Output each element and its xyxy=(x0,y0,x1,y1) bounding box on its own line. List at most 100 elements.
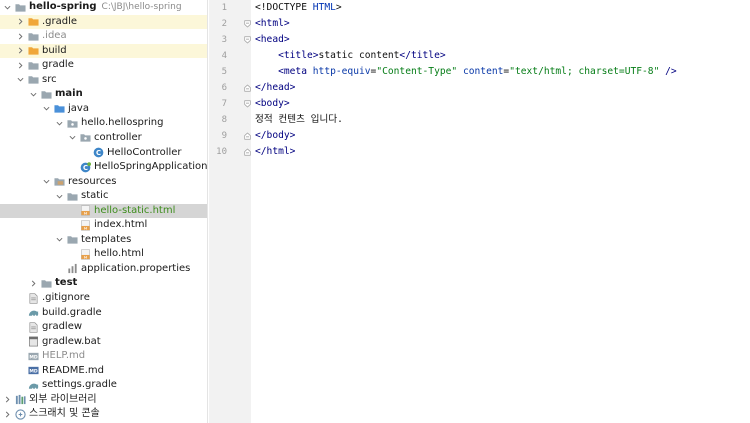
line-number: 10 xyxy=(216,147,227,157)
code-token: </title> xyxy=(399,50,446,61)
tree-item-label: templates xyxy=(81,233,132,245)
tree-item-readme-md[interactable]: MD README.md xyxy=(0,364,207,378)
tree-item-label: gradlew.bat xyxy=(42,335,101,347)
svg-text:C: C xyxy=(83,163,88,171)
code-line[interactable]: <body> xyxy=(255,96,290,112)
svg-text:H: H xyxy=(84,226,87,230)
tree-item-scratches[interactable]: 스크래치 및 콘솔 xyxy=(0,407,207,421)
chevron-right-icon[interactable] xyxy=(16,31,25,41)
properties-file-icon xyxy=(67,263,78,274)
tree-item-label: test xyxy=(55,277,78,289)
code-line[interactable]: <title>static content</title> xyxy=(255,48,446,64)
tree-item-label: gradle xyxy=(42,59,74,71)
tree-item-label: hello.html xyxy=(94,248,144,260)
tree-item-external-libraries[interactable]: 외부 라이브러리 xyxy=(0,393,207,407)
line-number: 6 xyxy=(221,83,227,93)
tree-item-gradlew[interactable]: gradlew xyxy=(0,320,207,334)
code-line[interactable]: <!DOCTYPE HTML> xyxy=(255,0,342,16)
chevron-down-icon[interactable] xyxy=(55,118,64,128)
svg-text:MD: MD xyxy=(29,354,38,360)
code-line[interactable]: </html> xyxy=(255,144,295,160)
chevron-down-icon[interactable] xyxy=(55,191,64,201)
svg-text:MD: MD xyxy=(29,369,38,375)
tree-item-resources[interactable]: resources xyxy=(0,175,207,189)
tree-item-label: README.md xyxy=(42,364,105,376)
chevron-down-icon[interactable] xyxy=(68,133,77,143)
code-token: <html> xyxy=(255,18,290,29)
line-number: 9 xyxy=(221,131,227,141)
code-line[interactable]: <html> xyxy=(255,16,290,32)
tree-item-hello-html[interactable]: Hhello.html xyxy=(0,247,207,261)
tree-item-gitignore[interactable]: .gitignore xyxy=(0,291,207,305)
tree-item-package[interactable]: hello.hellospring xyxy=(0,116,207,130)
tree-item-help-md[interactable]: MD HELP.md xyxy=(0,349,207,363)
tree-item-controller[interactable]: controller xyxy=(0,131,207,145)
code-line[interactable]: <meta http-equiv="Content-Type" content=… xyxy=(255,64,677,80)
chevron-down-icon[interactable] xyxy=(55,235,64,245)
svg-text:H: H xyxy=(84,212,87,216)
chevron-down-icon[interactable] xyxy=(29,89,38,99)
class-icon: C xyxy=(93,147,104,158)
folder-icon xyxy=(15,2,26,13)
tree-item-index-html[interactable]: Hindex.html xyxy=(0,218,207,232)
editor-gutter: 1 2 3 4 5 6 7 8 9 10 xyxy=(209,0,251,423)
markdown-icon: MD xyxy=(28,365,39,376)
fold-close-icon[interactable] xyxy=(243,144,251,160)
tree-item-hello-controller[interactable]: C HelloController xyxy=(0,146,207,160)
fold-close-icon[interactable] xyxy=(243,128,251,144)
chevron-right-icon[interactable] xyxy=(16,46,25,56)
code-line[interactable]: </head> xyxy=(255,80,295,96)
tree-item-gradle-cache[interactable]: .gradle xyxy=(0,14,207,29)
line-number: 2 xyxy=(221,19,227,29)
tree-item-label: hello-spring xyxy=(29,1,97,12)
folder-icon xyxy=(28,31,39,42)
code-token: http-equiv xyxy=(312,66,371,77)
fold-open-icon[interactable] xyxy=(243,32,251,48)
tree-item-static[interactable]: static xyxy=(0,189,207,203)
code-line[interactable]: 정적 컨텐츠 입니다. xyxy=(255,112,343,128)
tree-item-templates[interactable]: templates xyxy=(0,233,207,247)
fold-open-icon[interactable] xyxy=(243,96,251,112)
bat-file-icon xyxy=(28,336,39,347)
tree-item-gradlew-bat[interactable]: gradlew.bat xyxy=(0,335,207,349)
tree-item-settings-gradle[interactable]: settings.gradle xyxy=(0,378,207,392)
folder-icon xyxy=(28,60,39,71)
code-line[interactable]: </body> xyxy=(255,128,295,144)
fold-close-icon[interactable] xyxy=(243,80,251,96)
chevron-down-icon[interactable] xyxy=(16,75,25,85)
code-editor[interactable]: <!DOCTYPE HTML> <html> <head> <title>stati… xyxy=(255,0,750,423)
tree-item-label: 스크래치 및 콘솔 xyxy=(29,408,100,420)
resources-folder-icon xyxy=(54,176,65,187)
tree-item-idea[interactable]: .idea xyxy=(0,29,207,43)
project-tree[interactable]: hello-spring C:\JBJ\hello-spring .gradle .i… xyxy=(0,0,208,423)
chevron-down-icon[interactable] xyxy=(3,2,12,12)
package-icon xyxy=(80,132,91,143)
tree-item-label: resources xyxy=(68,175,117,187)
tree-item-build[interactable]: build xyxy=(0,43,207,58)
tree-item-main[interactable]: main xyxy=(0,87,207,101)
tree-item-test[interactable]: test xyxy=(0,276,207,290)
tree-item-application-properties[interactable]: application.properties xyxy=(0,262,207,276)
folder-icon xyxy=(41,89,52,100)
html-file-icon: H xyxy=(80,205,91,216)
chevron-right-icon[interactable] xyxy=(16,60,25,70)
tree-item-hello-static-html[interactable]: Hhello-static.html xyxy=(0,203,207,218)
chevron-right-icon[interactable] xyxy=(29,278,38,288)
code-line[interactable]: <head> xyxy=(255,32,290,48)
tree-item-src[interactable]: src xyxy=(0,73,207,87)
tree-item-hello-spring[interactable]: hello-spring C:\JBJ\hello-spring xyxy=(0,0,207,14)
chevron-right-icon[interactable] xyxy=(16,17,25,27)
tree-item-gradle[interactable]: gradle xyxy=(0,58,207,72)
tree-item-build-gradle[interactable]: build.gradle xyxy=(0,306,207,320)
chevron-right-icon[interactable] xyxy=(3,409,12,419)
chevron-down-icon[interactable] xyxy=(42,177,51,187)
code-token: <title> xyxy=(278,50,319,61)
code-token: HTML xyxy=(312,2,336,13)
tree-item-hello-spring-application[interactable]: C HelloSpringApplication xyxy=(0,160,207,174)
tree-item-label: gradlew xyxy=(42,321,83,333)
chevron-down-icon[interactable] xyxy=(42,104,51,114)
fold-open-icon[interactable] xyxy=(243,16,251,32)
tree-item-java[interactable]: java xyxy=(0,102,207,116)
chevron-right-icon[interactable] xyxy=(3,395,12,405)
